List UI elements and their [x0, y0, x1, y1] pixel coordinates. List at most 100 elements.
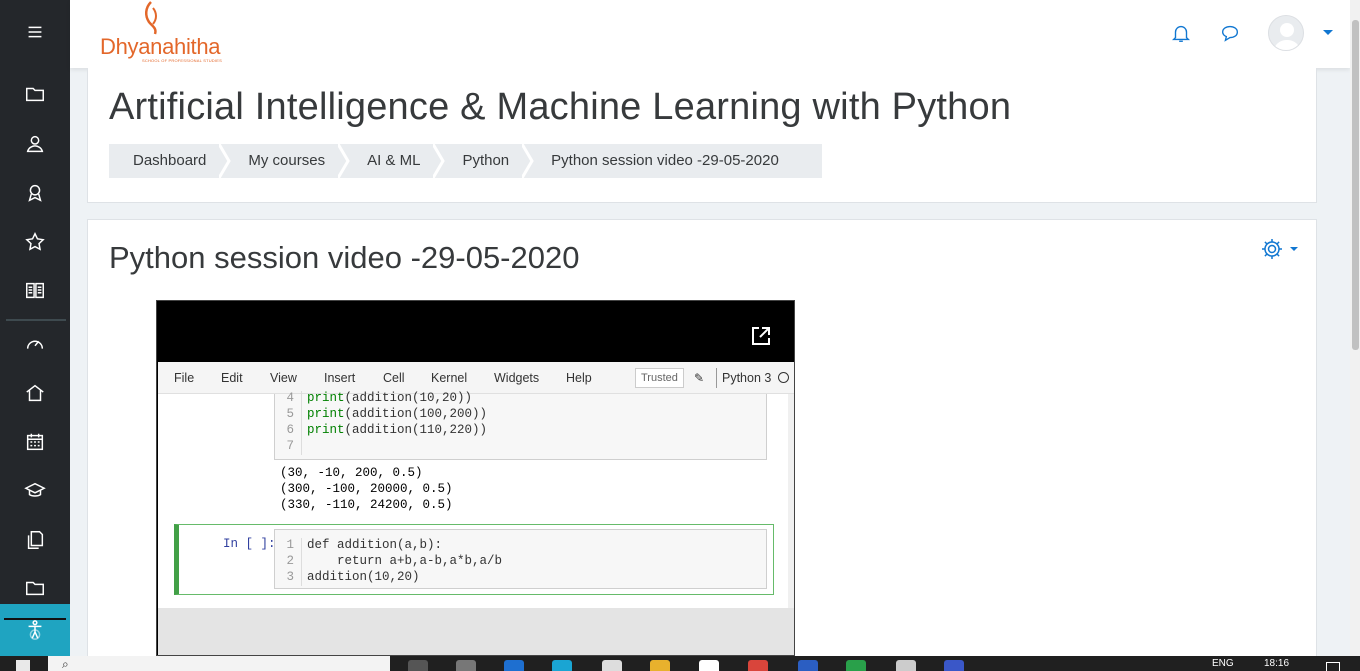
- code-text: (addition(100,200)): [344, 407, 488, 421]
- accessibility-icon: [28, 620, 42, 640]
- page-scroll-thumb[interactable]: [1352, 20, 1359, 350]
- taskbar-app-icon[interactable]: [456, 660, 476, 671]
- cell-output-line: (300, -100, 20000, 0.5): [280, 482, 453, 496]
- breadcrumb-item-dashboard[interactable]: Dashboard: [109, 144, 232, 178]
- breadcrumb-item-ai-ml[interactable]: AI & ML: [344, 144, 446, 178]
- user-menu-caret-icon[interactable]: [1323, 30, 1333, 35]
- taskbar-app-icon[interactable]: [699, 660, 719, 671]
- breadcrumb-item-python[interactable]: Python: [439, 144, 534, 178]
- dashboard-icon[interactable]: [0, 322, 70, 366]
- trusted-badge: Trusted: [635, 368, 684, 388]
- code-text: (addition(10,20)): [344, 391, 473, 405]
- flame-logo-icon: [145, 1, 157, 35]
- code-line: 6 print(addition(110,220)): [275, 423, 487, 439]
- breadcrumb: Dashboard My courses AI & ML Python Pyth…: [109, 144, 822, 178]
- edge-browser-icon[interactable]: [552, 660, 572, 671]
- folder-icon[interactable]: [0, 72, 70, 116]
- calendar-icon[interactable]: [0, 420, 70, 464]
- code-keyword: print: [307, 423, 345, 437]
- language-indicator[interactable]: ENG: [1212, 658, 1234, 669]
- code-text: addition(10,20): [307, 570, 420, 584]
- taskbar-app-icon[interactable]: [944, 660, 964, 671]
- accessibility-button[interactable]: [0, 604, 70, 656]
- site-logo[interactable]: Dhyanahitha SCHOOL OF PROFESSIONAL STUDI…: [84, 0, 234, 66]
- clock[interactable]: 18:16: [1264, 658, 1289, 669]
- file-explorer-icon[interactable]: [650, 660, 670, 671]
- taskbar-app-icon[interactable]: [896, 660, 916, 671]
- jupyter-menubar: File Edit View Insert Cell Kernel Widget…: [158, 362, 794, 394]
- badge-icon[interactable]: [0, 171, 70, 215]
- code-line: 7: [275, 439, 307, 455]
- cell-prompt: In [ ]:: [223, 537, 276, 551]
- activity-title: Python session video -29-05-2020: [109, 240, 580, 275]
- graduation-cap-icon[interactable]: [0, 469, 70, 513]
- pencil-icon: ✎: [694, 371, 705, 385]
- jupyter-notebook-frame: File Edit View Insert Cell Kernel Widget…: [158, 362, 794, 655]
- code-keyword: print: [307, 407, 345, 421]
- code-text: return a+b,a-b,a*b,a/b: [307, 554, 503, 568]
- open-external-icon[interactable]: [750, 325, 772, 347]
- line-number: 7: [275, 439, 302, 455]
- logo-subtext: SCHOOL OF PROFESSIONAL STUDIES: [142, 58, 222, 63]
- task-view-icon[interactable]: [408, 660, 428, 671]
- menu-edit: Edit: [221, 371, 243, 385]
- page-title: Artificial Intelligence & Machine Learni…: [109, 86, 1012, 128]
- code-cell-input[interactable]: 1 def addition(a,b): 2 return a+b,a-b,a*b…: [274, 529, 767, 589]
- code-line: 2 return a+b,a-b,a*b,a/b: [275, 554, 502, 570]
- gear-icon: [1262, 239, 1282, 259]
- notifications-bell-icon[interactable]: [1168, 20, 1194, 46]
- line-number: 5: [275, 407, 302, 423]
- code-line: 4 print(addition(10,20)): [275, 391, 472, 407]
- breadcrumb-item-current[interactable]: Python session video -29-05-2020: [528, 144, 798, 178]
- menu-help: Help: [566, 371, 592, 385]
- code-line: 3 addition(10,20): [275, 570, 420, 586]
- windows-start-icon[interactable]: [16, 660, 30, 671]
- line-number: 4: [275, 391, 302, 407]
- breadcrumb-label: Dashboard: [133, 152, 207, 169]
- files-icon[interactable]: [0, 518, 70, 562]
- taskbar-app-icon[interactable]: [798, 660, 818, 671]
- avatar-icon: [1273, 23, 1301, 50]
- chevron-down-icon: [1290, 247, 1298, 251]
- notebook-bottom-area: [158, 608, 794, 655]
- store-icon[interactable]: [602, 660, 622, 671]
- left-rail: [0, 0, 70, 671]
- breadcrumb-label: Python session video -29-05-2020: [551, 152, 779, 169]
- breadcrumb-item-my-courses[interactable]: My courses: [225, 144, 350, 178]
- taskbar-app-icon[interactable]: [846, 660, 866, 671]
- top-navbar: Dhyanahitha SCHOOL OF PROFESSIONAL STUDI…: [70, 0, 1350, 68]
- code-text: def addition(a,b):: [307, 538, 443, 552]
- participants-icon[interactable]: [0, 122, 70, 166]
- home-icon[interactable]: [0, 371, 70, 415]
- taskbar-search-box[interactable]: ⌕: [48, 656, 390, 671]
- code-cell-active: In [ ]: 1 def addition(a,b): 2 return a+b…: [174, 524, 774, 595]
- menu-icon[interactable]: [0, 10, 70, 54]
- code-line: 5 print(addition(100,200)): [275, 407, 487, 423]
- chrome-icon[interactable]: [748, 660, 768, 671]
- page-header: Artificial Intelligence & Machine Learni…: [87, 68, 1317, 203]
- edge-icon[interactable]: [504, 660, 524, 671]
- notebook-area: 4 print(addition(10,20)) 5 print(addition(…: [158, 391, 788, 608]
- breadcrumb-label: AI & ML: [367, 152, 421, 169]
- menu-insert: Insert: [324, 371, 356, 385]
- messages-icon[interactable]: [1217, 20, 1243, 46]
- line-number: 3: [275, 570, 302, 586]
- menu-view: View: [270, 371, 297, 385]
- code-text: (addition(110,220)): [344, 423, 488, 437]
- cell-output-line: (30, -10, 200, 0.5): [280, 466, 423, 480]
- settings-menu[interactable]: [1260, 234, 1304, 264]
- kernel-name: Python 3: [716, 368, 771, 388]
- video-player[interactable]: File Edit View Insert Cell Kernel Widget…: [156, 300, 795, 656]
- search-icon: ⌕: [62, 657, 69, 671]
- star-icon[interactable]: [0, 220, 70, 264]
- code-line: 1 def addition(a,b):: [275, 538, 442, 554]
- user-avatar[interactable]: [1268, 15, 1304, 51]
- menu-kernel: Kernel: [431, 371, 468, 385]
- cell-output-line: (330, -110, 24200, 0.5): [280, 498, 453, 512]
- code-cell-previous: 4 print(addition(10,20)) 5 print(addition(…: [274, 391, 767, 460]
- line-number: 1: [275, 538, 302, 554]
- line-number: 6: [275, 423, 302, 439]
- notification-center-icon[interactable]: [1326, 662, 1340, 671]
- code-keyword: print: [307, 391, 345, 405]
- grades-icon[interactable]: [0, 268, 70, 312]
